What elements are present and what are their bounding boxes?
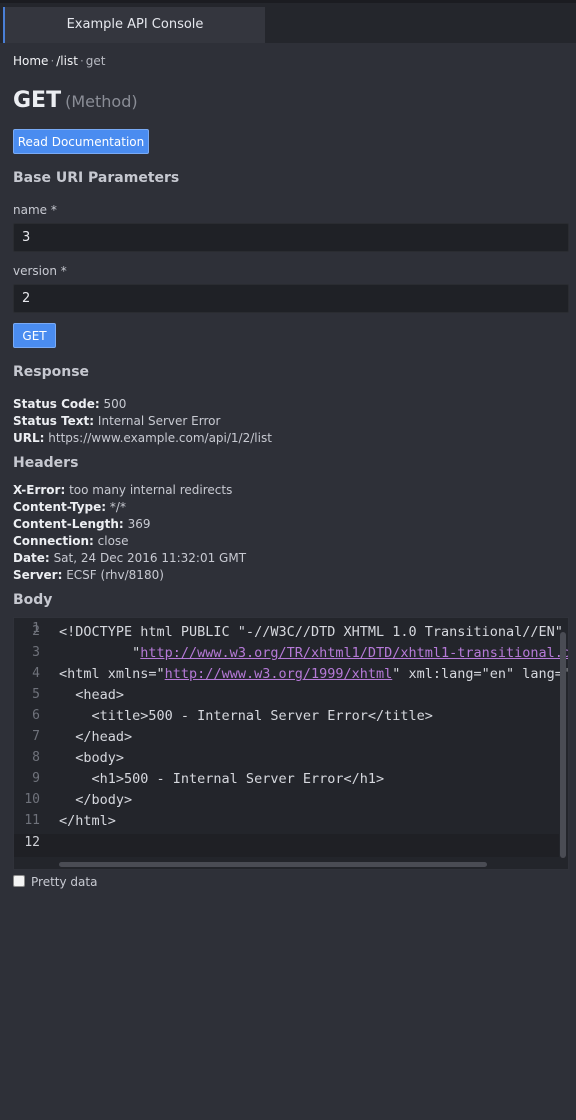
code-line: 6 <title>500 - Internal Server Error</ti…: [14, 708, 568, 729]
line-number: 5: [32, 687, 40, 702]
pretty-data-option[interactable]: Pretty data: [13, 875, 97, 889]
header-value: Sat, 24 Dec 2016 11:32:01 GMT: [53, 551, 247, 565]
dtd-link[interactable]: http://www.w3.org/TR/xhtml1/DTD/xhtml1-t…: [140, 645, 568, 661]
code-line: 4 <html xmlns="http://www.w3.org/1999/xht…: [14, 666, 568, 687]
breadcrumb-home-link[interactable]: Home: [13, 54, 48, 68]
line-number: 9: [32, 771, 40, 786]
line-number: 2: [32, 624, 40, 639]
send-get-button[interactable]: GET: [13, 323, 56, 348]
url-key: URL:: [13, 431, 45, 445]
read-documentation-button[interactable]: Read Documentation: [13, 129, 149, 154]
code-text: <title>500 - Internal Server Error</titl…: [59, 708, 433, 724]
header-value: ECSF (rhv/8180): [66, 568, 164, 582]
header-row: Date: Sat, 24 Dec 2016 11:32:01 GMT: [13, 551, 246, 565]
line-number: 4: [32, 666, 40, 681]
pretty-data-label: Pretty data: [31, 875, 98, 889]
header-row: Connection: close: [13, 534, 129, 548]
method-label: (Method): [65, 92, 138, 111]
header-row: Content-Length: 369: [13, 517, 150, 531]
headers-heading: Headers: [13, 455, 79, 471]
code-text: <html xmlns="http://www.w3.org/1999/xhtm…: [59, 666, 568, 682]
response-body-editor[interactable]: 1 2 <!DOCTYPE html PUBLIC "-//W3C//DTD XH…: [13, 617, 569, 870]
version-param-label: version *: [13, 264, 67, 278]
body-heading: Body: [13, 592, 53, 608]
code-text: <h1>500 - Internal Server Error</h1>: [59, 771, 385, 787]
status-text-value: Internal Server Error: [97, 414, 221, 428]
header-row: Content-Type: */*: [13, 500, 126, 514]
header-value: */*: [109, 500, 126, 514]
vertical-scrollbar[interactable]: [560, 632, 566, 858]
breadcrumb-separator: ·: [50, 54, 55, 68]
code-line: 10 </body>: [14, 792, 568, 813]
code-line: 5 <head>: [14, 687, 568, 708]
header-value: close: [97, 534, 129, 548]
code-text: <body>: [59, 750, 125, 766]
tab-bar: Example API Console: [0, 3, 576, 43]
code-text: "http://www.w3.org/TR/xhtml1/DTD/xhtml1-…: [59, 645, 568, 661]
header-key: X-Error:: [13, 483, 66, 497]
code-text: </html>: [59, 813, 116, 829]
xmlns-link[interactable]: http://www.w3.org/1999/xhtml: [165, 666, 393, 682]
line-number: 8: [32, 750, 40, 765]
code-text-prefix: ": [59, 645, 141, 661]
code-text: <!DOCTYPE html PUBLIC "-//W3C//DTD XHTML…: [59, 624, 563, 640]
status-code: Status Code: 500: [13, 397, 126, 411]
line-number: 10: [24, 792, 40, 807]
code-text-suffix: " xml:lang="en" lang="en">: [392, 666, 568, 682]
code-line: 11 </html>: [14, 813, 568, 834]
code-line: 12: [14, 835, 568, 856]
line-number: 7: [32, 729, 40, 744]
response-url: URL: https://www.example.com/api/1/2/lis…: [13, 431, 272, 445]
line-number: 3: [32, 645, 40, 660]
header-key: Content-Type:: [13, 500, 107, 514]
name-param-label: name *: [13, 203, 57, 217]
code-line: 7 </head>: [14, 729, 568, 750]
header-row: X-Error: too many internal redirects: [13, 483, 232, 497]
header-value: 369: [127, 517, 151, 531]
code-line: 8 <body>: [14, 750, 568, 771]
code-text-prefix: <html xmlns=": [59, 666, 165, 682]
code-line: 2 <!DOCTYPE html PUBLIC "-//W3C//DTD XHTM…: [14, 624, 568, 645]
header-key: Connection:: [13, 534, 94, 548]
status-text: Status Text: Internal Server Error: [13, 414, 220, 428]
status-text-key: Status Text:: [13, 414, 95, 428]
header-key: Server:: [13, 568, 63, 582]
code-text: </head>: [59, 729, 133, 745]
code-text: <head>: [59, 687, 125, 703]
response-heading: Response: [13, 364, 90, 380]
header-value: too many internal redirects: [69, 483, 233, 497]
breadcrumb-separator: ·: [79, 54, 84, 68]
line-number: 11: [24, 813, 40, 828]
page-title: GET (Method): [13, 88, 138, 113]
version-param-input[interactable]: 2: [13, 284, 569, 313]
code-text: </body>: [59, 792, 133, 808]
breadcrumb-current: get: [85, 54, 106, 68]
horizontal-scrollbar[interactable]: [59, 862, 487, 867]
tab-api-console[interactable]: Example API Console: [3, 7, 265, 43]
pretty-data-checkbox[interactable]: [13, 875, 25, 887]
breadcrumb-path-link[interactable]: /list: [56, 54, 78, 68]
line-number: 6: [32, 708, 40, 723]
base-uri-parameters-heading: Base URI Parameters: [13, 170, 180, 186]
breadcrumb: Home ·/list · get: [13, 54, 105, 68]
header-row: Server: ECSF (rhv/8180): [13, 568, 164, 582]
method-name: GET: [13, 88, 62, 113]
code-line: 3 "http://www.w3.org/TR/xhtml1/DTD/xhtml…: [14, 645, 568, 666]
name-param-input[interactable]: 3: [13, 223, 569, 252]
code-line: 9 <h1>500 - Internal Server Error</h1>: [14, 771, 568, 792]
header-key: Content-Length:: [13, 517, 124, 531]
line-number: 12: [24, 835, 40, 850]
header-key: Date:: [13, 551, 50, 565]
status-code-key: Status Code:: [13, 397, 100, 411]
status-code-value: 500: [103, 397, 127, 411]
url-value: https://www.example.com/api/1/2/list: [48, 431, 272, 445]
